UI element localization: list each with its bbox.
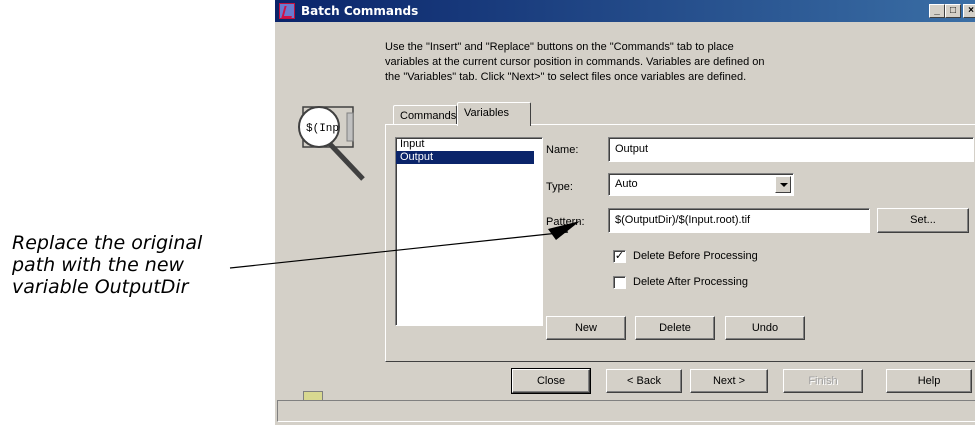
list-item[interactable]: Input (396, 138, 542, 151)
tab-commands[interactable]: Commands (393, 105, 457, 125)
type-select-value: Auto (615, 178, 638, 190)
minimize-button[interactable]: _ (929, 4, 945, 18)
pattern-label: Pattern: (546, 216, 585, 228)
delete-after-checkbox[interactable] (613, 276, 626, 289)
delete-after-label: Delete After Processing (633, 276, 748, 288)
next-button[interactable]: Next > (690, 369, 768, 393)
magnifier-icon: $(Inp (298, 106, 365, 181)
batch-commands-window: Batch Commands _ □ × Use the "Insert" an… (274, 0, 975, 425)
delete-variable-button[interactable]: Delete (635, 316, 715, 340)
magnifier-text: $(Inp (306, 123, 339, 135)
variables-listbox[interactable]: Input Output (395, 137, 543, 326)
delete-before-checkbox[interactable]: ✓ (613, 250, 626, 263)
chevron-down-icon[interactable] (775, 176, 791, 193)
undo-button[interactable]: Undo (725, 316, 805, 340)
instructions-line-2: variables at the current cursor position… (385, 56, 765, 68)
type-label: Type: (546, 181, 573, 193)
type-select[interactable]: Auto (608, 173, 794, 196)
instructions-text: Use the "Insert" and "Replace" buttons o… (385, 40, 765, 85)
pattern-field[interactable]: $(OutputDir)/$(Input.root).tif (608, 208, 870, 233)
status-bar (277, 400, 975, 422)
app-icon (279, 3, 295, 19)
callout-line-1: Replace the original (12, 232, 203, 254)
list-item[interactable]: Output (396, 151, 534, 164)
instructions-line-1: Use the "Insert" and "Replace" buttons o… (385, 41, 734, 53)
callout-line-2: path with the new (12, 254, 185, 276)
new-variable-button[interactable]: New (546, 316, 626, 340)
tab-variables[interactable]: Variables (457, 102, 531, 126)
instructions-line-3: the "Variables" tab. Click "Next>" to se… (385, 71, 747, 83)
window-title: Batch Commands (301, 4, 419, 18)
callout-line-3: variable OutputDir (12, 276, 189, 298)
help-button[interactable]: Help (886, 369, 972, 393)
set-button[interactable]: Set... (877, 208, 969, 233)
close-window-button[interactable]: × (963, 4, 975, 18)
close-button[interactable]: Close (511, 368, 591, 394)
delete-before-label: Delete Before Processing (633, 250, 758, 262)
callout-annotation: Replace the original path with the new v… (12, 232, 257, 298)
name-label: Name: (546, 144, 579, 156)
back-button[interactable]: < Back (606, 369, 682, 393)
finish-button: Finish (783, 369, 863, 393)
name-field[interactable]: Output (608, 137, 974, 162)
title-bar[interactable]: Batch Commands _ □ × (275, 0, 975, 22)
maximize-button[interactable]: □ (945, 4, 961, 18)
